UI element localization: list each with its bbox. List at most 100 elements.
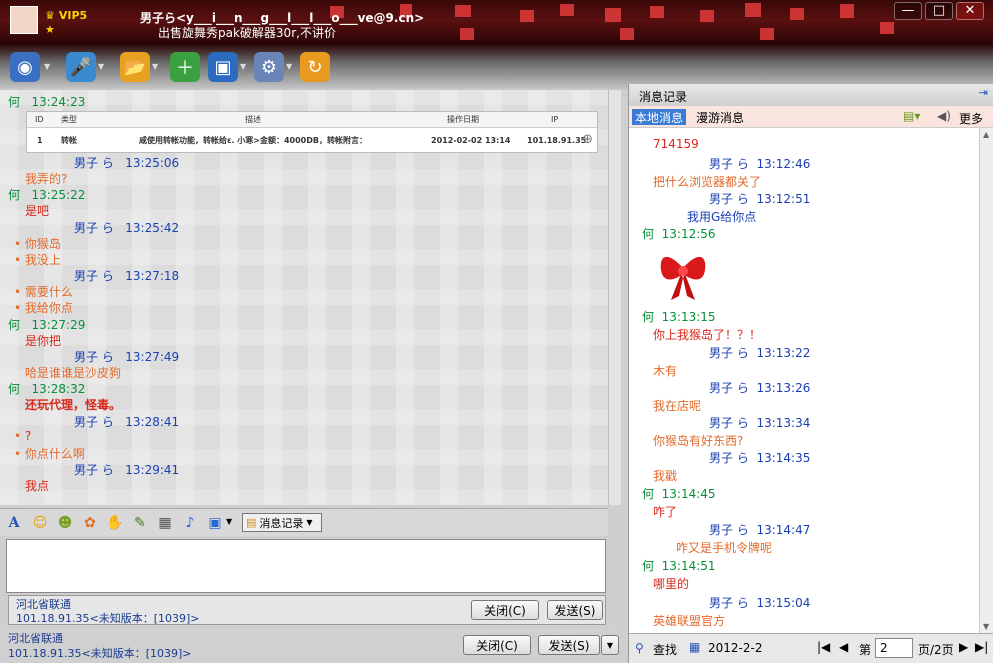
chevron-down-icon[interactable]: ▼: [286, 62, 292, 71]
bow-sticker-image: [660, 256, 706, 300]
chat-scrollbar[interactable]: [608, 90, 621, 505]
minimize-button[interactable]: —: [894, 2, 922, 20]
history-panel: 消息记录 ⇥ 本地消息 漫游消息 ▤▾ ◀) 更多 714159 男子 ら 13…: [628, 84, 993, 663]
history-header: 男子 ら 13:14:35: [709, 451, 811, 465]
export-icon[interactable]: ▤▾: [903, 109, 920, 123]
screenshot-icon[interactable]: ▣: [205, 513, 225, 533]
message-text: • 你点什么啊: [14, 447, 85, 461]
chevron-down-icon[interactable]: ▼: [152, 62, 158, 71]
history-header: 何 13:13:15: [642, 310, 716, 324]
history-header: 男子 ら 13:15:04: [709, 596, 811, 610]
send-options-button[interactable]: ▼: [601, 635, 619, 655]
history-title-bar: 消息记录 ⇥: [629, 84, 993, 106]
emoji-icon[interactable]: ☺: [30, 513, 50, 533]
prev-page-icon[interactable]: ◀: [839, 640, 848, 654]
close-button[interactable]: 关闭(C): [471, 600, 539, 620]
history-list: 714159 男子 ら 13:12:46 把什么浏览器都关了 男子 ら 13:1…: [629, 128, 979, 633]
send-file-icon[interactable]: 📂: [120, 52, 150, 82]
date-label[interactable]: 2012-2-2: [708, 641, 762, 655]
message-text: • 需要什么: [14, 285, 73, 299]
ip-version-label: 101.18.91.35<未知版本：[1039]>: [8, 647, 192, 660]
tab-local-messages[interactable]: 本地消息: [632, 109, 687, 125]
message-input[interactable]: [6, 539, 606, 593]
signature: 出售旋舞秀pak破解器30r,不讲价: [158, 26, 336, 40]
zoom-icon[interactable]: ⊕: [582, 132, 593, 147]
first-page-icon[interactable]: |◀: [817, 640, 830, 654]
chevron-down-icon[interactable]: ▼: [44, 62, 50, 71]
screenshot-image: ID 类型 描述 操作日期 IP 1 转帐 咸使用转帐功能，转帐给ε. 小寒>金…: [26, 111, 598, 153]
history-text: 英雄联盟官方: [653, 614, 726, 628]
remote-assist-icon[interactable]: ▣: [208, 52, 238, 82]
message-text: 是你把: [25, 334, 62, 348]
history-scrollbar[interactable]: ▲ ▼: [979, 128, 993, 633]
search-link[interactable]: 查找: [653, 641, 677, 658]
message-text: 我弄的?: [25, 172, 68, 186]
music-icon[interactable]: ♪: [180, 513, 200, 533]
next-page-icon[interactable]: ▶: [959, 640, 968, 654]
last-page-icon[interactable]: ▶|: [975, 640, 988, 654]
message-text: 我点: [25, 479, 50, 493]
message-text: • 我没上: [14, 253, 61, 267]
close-window-button[interactable]: ✕: [956, 2, 984, 20]
sync-icon[interactable]: ↻: [300, 52, 330, 82]
page-input[interactable]: 2: [875, 638, 913, 658]
chevron-down-icon[interactable]: ▼: [226, 517, 232, 526]
vip-badge: ♛ VIP5: [45, 9, 88, 22]
tab-roaming-messages[interactable]: 漫游消息: [693, 109, 747, 125]
message-record-button[interactable]: ▤ 消息记录 ▼: [242, 513, 322, 532]
gif-icon[interactable]: ✿: [80, 513, 100, 533]
location-label: 河北省联通: [8, 632, 63, 645]
history-text: 你猴岛有好东西?: [653, 434, 744, 448]
message-header: 男子 ら 13:25:06: [74, 156, 180, 170]
history-header: 男子 ら 13:13:26: [709, 381, 811, 395]
magic-face-icon[interactable]: ☻: [55, 513, 75, 533]
message-header: 男子 ら 13:29:41: [74, 463, 180, 477]
message-header: 何 13:25:22: [8, 188, 86, 202]
avatar[interactable]: [10, 6, 38, 34]
crown-icon: ♛: [45, 9, 55, 22]
scroll-up-icon[interactable]: ▲: [983, 130, 989, 139]
chevron-down-icon[interactable]: ▼: [240, 62, 246, 71]
voice-call-icon[interactable]: 🎤: [66, 52, 96, 82]
history-header: 男子 ら 13:12:46: [709, 157, 811, 171]
history-title: 消息记录: [639, 90, 688, 104]
bottom-bar: 河北省联通 101.18.91.35<未知版本：[1039]> 关闭(C) 发送…: [0, 627, 620, 663]
font-icon[interactable]: A: [4, 513, 24, 533]
history-text: 你上我猴岛了！？！: [653, 328, 762, 342]
doodle-icon[interactable]: ✎: [130, 513, 150, 533]
maximize-button[interactable]: □: [925, 2, 953, 20]
history-text: 714159: [653, 137, 699, 151]
message-header: 男子 ら 13:25:42: [74, 221, 180, 235]
video-call-icon[interactable]: ◉: [10, 52, 40, 82]
ip-version-label: 101.18.91.35<未知版本：[1039]>: [16, 612, 200, 625]
history-header: 男子 ら 13:12:51: [709, 192, 811, 206]
settings-icon[interactable]: ⚙: [254, 52, 284, 82]
history-header: 男子 ら 13:13:34: [709, 416, 811, 430]
message-text: • ?: [14, 429, 32, 443]
calendar-icon[interactable]: ▦: [689, 640, 700, 654]
more-link[interactable]: 更多: [959, 110, 983, 127]
send-button[interactable]: 发送(S): [538, 635, 600, 655]
message-header: 男子 ら 13:27:18: [74, 269, 180, 283]
shake-icon[interactable]: ✋: [105, 513, 125, 533]
speaker-icon[interactable]: ◀): [937, 109, 951, 123]
chevron-down-icon[interactable]: ▼: [98, 62, 104, 71]
page-suffix: 页/2页: [918, 643, 954, 657]
message-header: 何 13:27:29: [8, 318, 86, 332]
add-app-icon[interactable]: ＋: [170, 52, 200, 82]
message-header: 男子 ら 13:28:41: [74, 415, 180, 429]
history-tabs: 本地消息 漫游消息 ▤▾ ◀) 更多: [629, 106, 993, 128]
message-header: 何 13:24:23: [8, 95, 86, 109]
history-header: 何 13:14:45: [642, 487, 716, 501]
message-header: 何 13:28:32: [8, 382, 86, 396]
collapse-icon[interactable]: ⇥: [979, 86, 988, 99]
message-text: • 你猴岛: [14, 237, 61, 251]
history-header: 何 13:14:51: [642, 559, 716, 573]
close-button[interactable]: 关闭(C): [463, 635, 531, 655]
send-button[interactable]: 发送(S): [547, 600, 603, 620]
message-text: 是吧: [25, 204, 50, 218]
image-icon[interactable]: ▦: [155, 513, 175, 533]
message-text: 哈是谁谁是沙皮狗: [25, 366, 122, 380]
search-icon[interactable]: ⚲: [635, 641, 644, 655]
scroll-down-icon[interactable]: ▼: [983, 622, 989, 631]
